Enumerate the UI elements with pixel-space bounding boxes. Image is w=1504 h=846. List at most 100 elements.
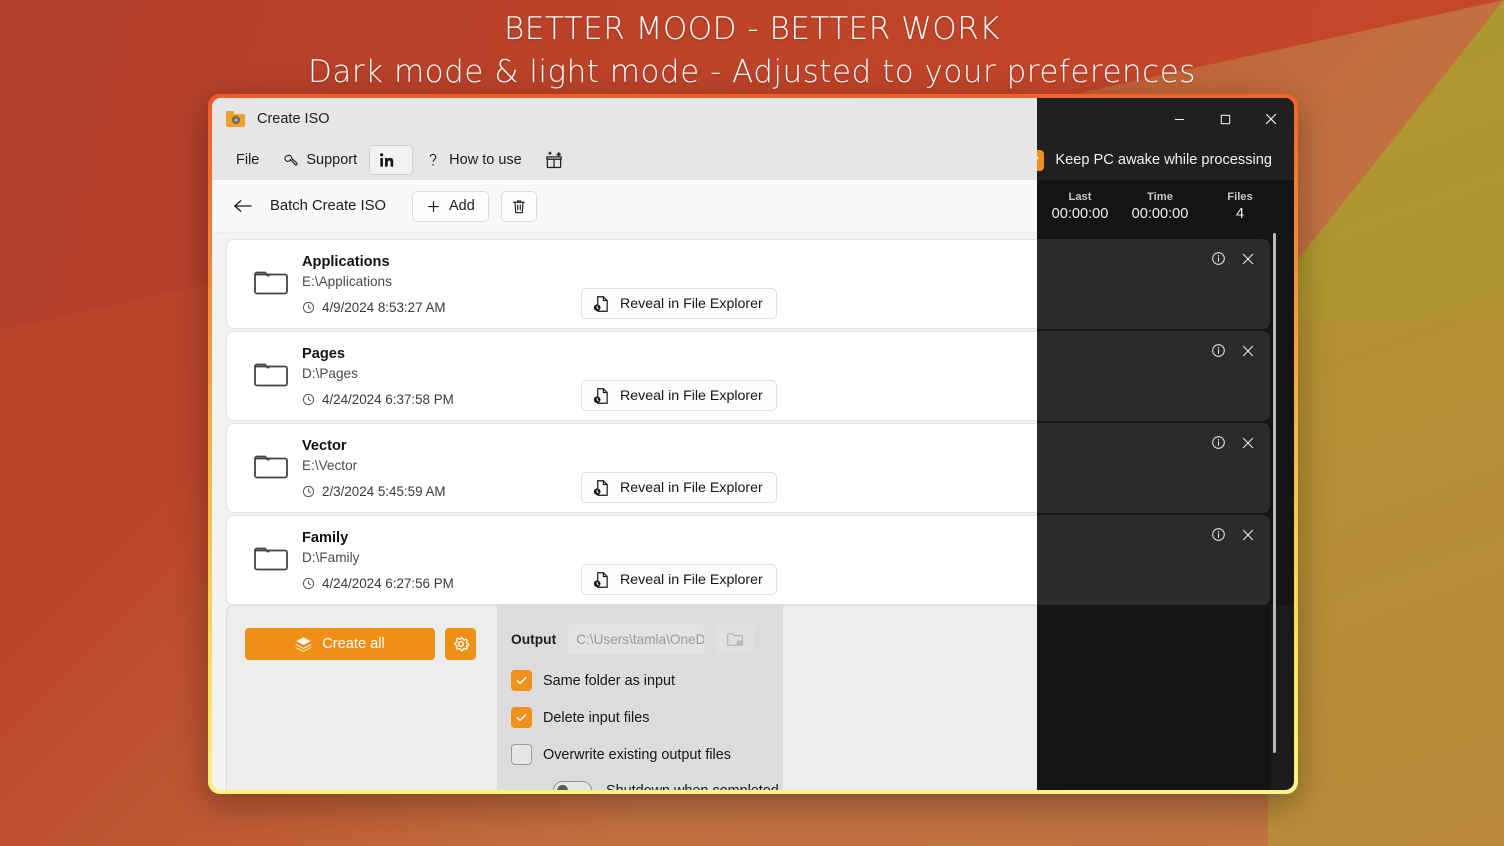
stat-value: 4 — [1235, 205, 1245, 222]
menu-item-label: How to use — [449, 152, 522, 168]
folder-browse-icon — [726, 631, 745, 648]
table-row[interactable] — [1037, 331, 1270, 421]
folder-icon — [253, 451, 289, 481]
checkbox-unchecked-icon[interactable] — [511, 744, 532, 765]
keep-awake-checkbox[interactable] — [1037, 149, 1045, 171]
output-path-input[interactable]: C:\Users\tamla\OneDrive\ — [568, 624, 705, 654]
option-label: Overwrite existing output files — [543, 746, 731, 763]
stats-bar: Last 00:00:00 Time 00:00:00 Files 4 — [1037, 180, 1294, 233]
dark-file-list — [1037, 233, 1294, 605]
row-datetime-text: 4/9/2024 8:53:27 AM — [322, 300, 446, 315]
stat-value: 00:00:00 — [1131, 205, 1189, 222]
dark-mode-content: Keep PC awake while processing Last 00:0… — [1037, 98, 1294, 790]
layers-icon — [295, 636, 313, 653]
create-all-button[interactable]: Create all — [245, 628, 435, 660]
clock-icon — [302, 393, 315, 406]
shutdown-toggle[interactable] — [553, 781, 592, 790]
dark-mode-overlay: Keep PC awake while processing Last 00:0… — [1037, 98, 1294, 790]
plus-icon — [426, 199, 441, 214]
add-button[interactable]: Add — [411, 190, 489, 222]
reveal-file-icon — [593, 295, 610, 313]
stat-value: 00:00:00 — [1051, 205, 1109, 222]
row-datetime-text: 2/3/2024 5:45:59 AM — [322, 484, 446, 499]
option-overwrite[interactable]: Overwrite existing output files — [511, 744, 783, 765]
stat-key: Last — [1068, 190, 1092, 203]
menu-item-file[interactable]: File — [226, 145, 269, 175]
option-label: Shutdown when completed — [606, 783, 779, 791]
stat-key: Time — [1147, 190, 1173, 203]
list-scrollbar[interactable] — [1273, 233, 1276, 753]
reveal-file-icon — [593, 571, 610, 589]
linkedin-icon — [379, 152, 395, 168]
wrench-icon — [281, 152, 298, 169]
info-icon[interactable] — [1210, 434, 1227, 451]
reveal-in-file-explorer-button[interactable]: Reveal in File Explorer — [581, 288, 777, 319]
table-row[interactable] — [1037, 515, 1270, 605]
stat-time: Time 00:00:00 — [1120, 190, 1200, 224]
row-actions — [1210, 526, 1256, 543]
maximize-button[interactable] — [1202, 98, 1248, 140]
close-button[interactable] — [1248, 98, 1294, 140]
browse-folder-button[interactable] — [716, 624, 755, 654]
folder-icon — [253, 359, 289, 389]
close-icon[interactable] — [1239, 342, 1256, 359]
folder-icon — [253, 543, 289, 573]
bottom-options-panel: Output C:\Users\tamla\OneDrive\ — [497, 606, 783, 790]
keep-awake-label: Keep PC awake while processing — [1055, 152, 1272, 168]
window-frame: Create ISO File Support How to use Batch… — [208, 94, 1298, 794]
option-label: Delete input files — [543, 709, 650, 726]
menu-item-support[interactable]: Support — [271, 145, 367, 175]
reveal-label: Reveal in File Explorer — [620, 571, 763, 588]
row-actions — [1210, 434, 1256, 451]
clock-icon — [302, 301, 315, 314]
table-row[interactable] — [1037, 239, 1270, 329]
reveal-file-icon — [593, 387, 610, 405]
info-icon[interactable] — [1210, 342, 1227, 359]
reveal-label: Reveal in File Explorer — [620, 295, 763, 312]
reveal-in-file-explorer-button[interactable]: Reveal in File Explorer — [581, 472, 777, 503]
info-icon[interactable] — [1210, 526, 1227, 543]
settings-gear-button[interactable] — [445, 628, 476, 660]
add-button-label: Add — [448, 198, 475, 214]
stat-key: Files — [1227, 190, 1253, 203]
output-label: Output — [511, 631, 557, 647]
dark-title-bar — [1037, 98, 1294, 140]
output-row: Output C:\Users\tamla\OneDrive\ — [511, 624, 783, 654]
delete-button[interactable] — [500, 190, 537, 222]
row-datetime-text: 4/24/2024 6:27:56 PM — [322, 576, 454, 591]
reveal-in-file-explorer-button[interactable]: Reveal in File Explorer — [581, 380, 777, 411]
option-label: Same folder as input — [543, 672, 675, 689]
dark-menu-bar: Keep PC awake while processing — [1037, 140, 1294, 180]
gift-sparkle-icon — [544, 150, 564, 170]
bottom-left-panel: Create all — [227, 606, 497, 790]
close-icon[interactable] — [1239, 250, 1256, 267]
folder-icon — [253, 267, 289, 297]
reveal-label: Reveal in File Explorer — [620, 479, 763, 496]
row-datetime-text: 4/24/2024 6:37:58 PM — [322, 392, 454, 407]
table-row[interactable] — [1037, 423, 1270, 513]
menu-item-linkedin[interactable] — [369, 145, 414, 175]
option-same-folder[interactable]: Same folder as input — [511, 670, 783, 691]
breadcrumb[interactable]: Batch Create ISO — [270, 198, 386, 214]
trash-icon — [511, 198, 527, 215]
info-icon[interactable] — [1210, 250, 1227, 267]
close-icon[interactable] — [1239, 434, 1256, 451]
checkbox-checked-icon[interactable] — [511, 670, 532, 691]
reveal-file-icon — [593, 479, 610, 497]
row-actions — [1210, 342, 1256, 359]
create-all-label: Create all — [322, 636, 385, 652]
checkbox-checked-icon[interactable] — [511, 707, 532, 728]
reveal-label: Reveal in File Explorer — [620, 387, 763, 404]
close-icon[interactable] — [1239, 526, 1256, 543]
app-window: Create ISO File Support How to use Batch… — [212, 98, 1294, 790]
minimize-button[interactable] — [1156, 98, 1202, 140]
gear-icon — [452, 635, 470, 653]
menu-item-how-to-use[interactable]: How to use — [415, 145, 532, 175]
question-mark-icon — [425, 151, 441, 169]
back-arrow-icon[interactable] — [228, 191, 258, 221]
row-actions — [1210, 250, 1256, 267]
option-delete-input[interactable]: Delete input files — [511, 707, 783, 728]
menu-item-whats-new[interactable] — [534, 145, 582, 175]
reveal-in-file-explorer-button[interactable]: Reveal in File Explorer — [581, 564, 777, 595]
option-shutdown[interactable]: Shutdown when completed — [511, 781, 783, 790]
